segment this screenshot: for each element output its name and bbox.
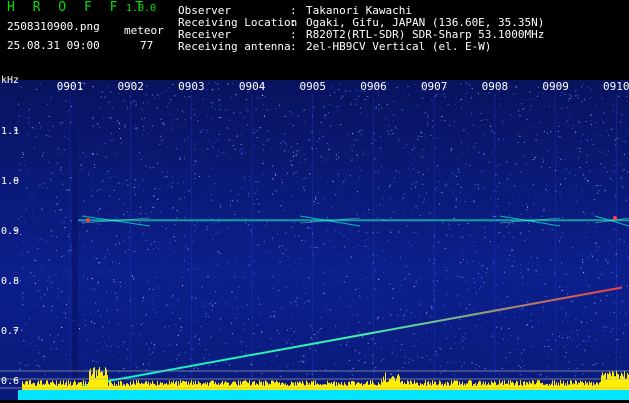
spectrogram-panel: kHz 1.1 1.0 0.9 0.8 0.7 0.6 0901 0902 0903 0904 09… (0, 70, 629, 400)
axis-unit-label: kHz (1, 75, 19, 86)
echo-hot-spot (86, 218, 90, 222)
time-label-0903: 0903 (178, 80, 205, 93)
time-label-0906: 0906 (360, 80, 387, 93)
time-label-0904: 0904 (239, 80, 266, 93)
capture-datetime: 25.08.31 09:00 (7, 39, 100, 53)
file-name: 2508310900.png (7, 20, 100, 34)
freq-tick-1.0: 1.0 (1, 176, 19, 187)
freq-tick-1.1: 1.1 (1, 126, 19, 137)
freq-tick-0.7: 0.7 (1, 326, 19, 337)
antenna-colon: : (290, 40, 297, 54)
time-label-0905: 0905 (300, 80, 327, 93)
time-label-0909: 0909 (542, 80, 569, 93)
header-panel: H R O F F T 1.0.0 2508310900.png meteor … (0, 0, 629, 70)
spectrogram-background (0, 80, 629, 400)
meteor-count: 77 (140, 39, 153, 53)
time-label-0908: 0908 (482, 80, 509, 93)
spectrogram-plot: kHz 1.1 1.0 0.9 0.8 0.7 0.6 0901 0902 0903 0904 09… (0, 70, 629, 400)
antenna-value: 2el-HB9CV Vertical (el. E-W) (306, 40, 491, 54)
app-version: 1.0.0 (126, 2, 156, 16)
freq-tick-0.9: 0.9 (1, 226, 19, 237)
level-baseline (18, 390, 629, 400)
time-label-0902: 0902 (117, 80, 144, 93)
time-label-0907: 0907 (421, 80, 448, 93)
antenna-label: Receiving antenna (178, 40, 291, 54)
freq-tick-0.8: 0.8 (1, 276, 19, 287)
dark-band (72, 80, 78, 400)
freq-tick-0.6: 0.6 (1, 376, 19, 387)
echo-hot-spot (613, 216, 617, 220)
meteor-label: meteor (124, 24, 164, 38)
time-label-0901: 0901 (57, 80, 84, 93)
time-label-0910: 0910 (603, 80, 629, 93)
